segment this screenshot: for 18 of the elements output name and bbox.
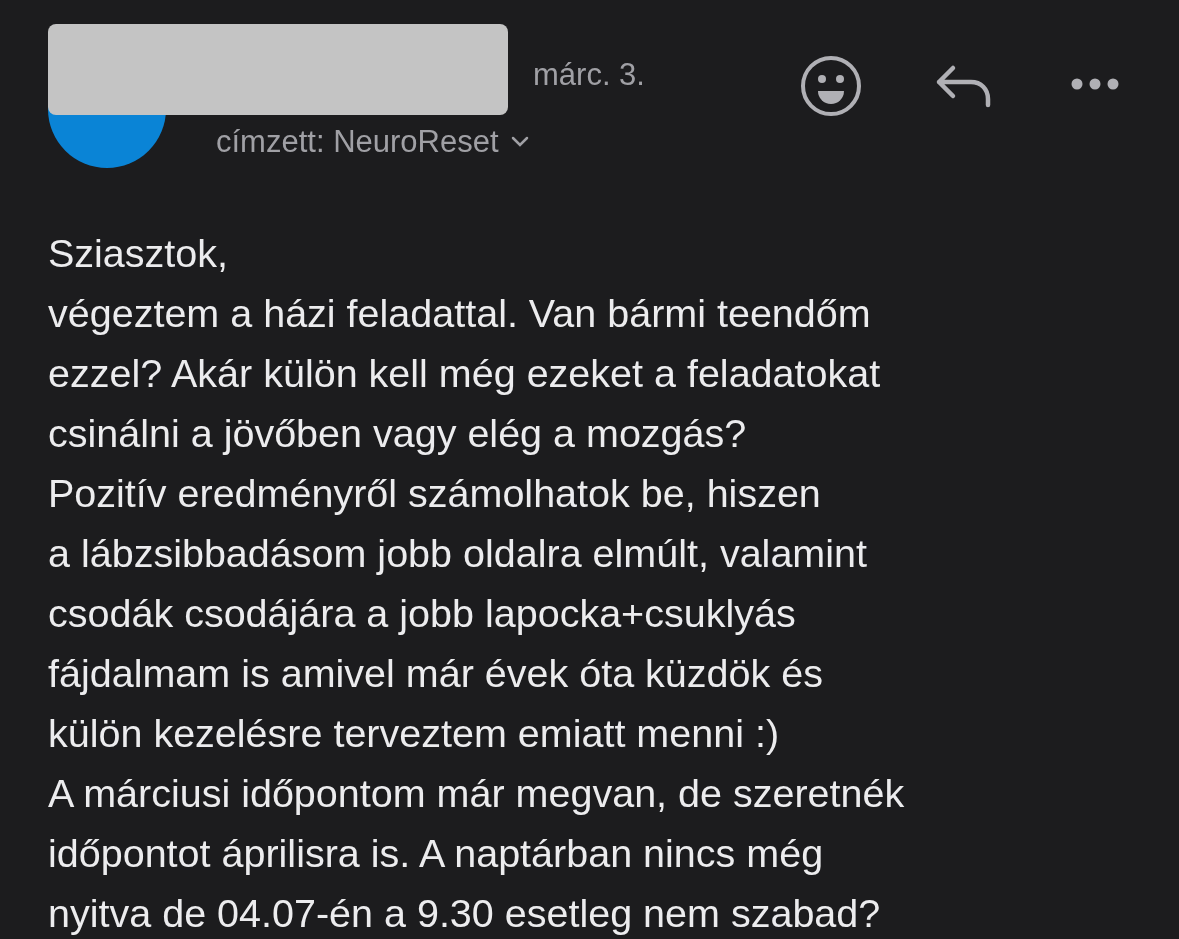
message-line: végeztem a házi feladattal. Van bármi teendőm [48, 290, 872, 337]
message-line: Pozitív eredményről számolhatok be, hiszen [48, 470, 822, 517]
recipient-toggle[interactable]: címzett: NeuroReset [216, 124, 529, 160]
emoji-icon[interactable] [800, 55, 862, 117]
chevron-icon [510, 136, 529, 148]
message-line: A márciusi időpontom már megvan, de szeretnék [48, 770, 906, 817]
message-line: csinálni a jövőben vagy elég a mozgás? [48, 410, 748, 457]
message-line: a lábzsibbadásom jobb oldalra elmúlt, valamint [48, 530, 868, 577]
message-line: csodák csodájára a jobb lapocka+csuklyás [48, 590, 797, 637]
message-line: fájdalmam is amivel már évek óta küzdök és [48, 650, 824, 697]
reply-icon[interactable] [935, 64, 993, 108]
message-line: Sziasztok, [48, 230, 229, 277]
more-icon[interactable] [1070, 76, 1120, 92]
message-line: nyitva de 04.07-én a 9.30 esetleg nem szabad? [48, 890, 882, 937]
message-line: időpontot áprilisra is. A naptárban nincs még [48, 830, 825, 877]
message-line: külön kezelésre terveztem emiatt menni :) [48, 710, 781, 757]
date-label: márc. 3. [533, 57, 645, 93]
message-line: ezzel? Akár külön kell még ezeket a feladatokat [48, 350, 882, 397]
